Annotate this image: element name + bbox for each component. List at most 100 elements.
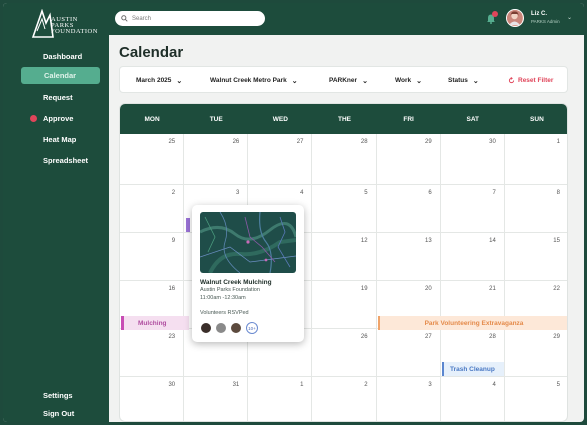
sidebar-item-approve[interactable]: Approve (3, 110, 109, 127)
day-number: 12 (360, 238, 368, 244)
calendar-day-cell[interactable]: 2 (120, 185, 185, 233)
calendar-day-cell[interactable]: 19 (312, 281, 377, 329)
chevron-down-icon[interactable]: ⌄ (567, 14, 572, 21)
event-marker[interactable] (186, 218, 190, 232)
filter-park-label: Walnut Creek Metro Park (210, 77, 287, 84)
day-number: 3 (428, 382, 432, 388)
calendar-day-cell[interactable]: 26 (312, 329, 377, 377)
day-number: 27 (425, 334, 432, 340)
day-number: 5 (556, 382, 560, 388)
weekday-label: SAT (466, 115, 480, 123)
event-popup[interactable]: Walnut Creek Mulching Austin Parks Found… (192, 205, 304, 342)
sidebar-item-sign-out[interactable]: Sign Out (3, 405, 109, 422)
calendar-day-cell[interactable]: 30 (120, 377, 185, 421)
weekday-label: SUN (530, 115, 544, 123)
popup-title: Walnut Creek Mulching (200, 279, 272, 286)
calendar-day-cell[interactable]: 27 (376, 329, 441, 377)
calendar-day-cell[interactable]: 4 (441, 377, 505, 421)
calendar-day-cell[interactable]: 2 (312, 377, 377, 421)
brand-line-3: FOUNDATION (51, 28, 98, 36)
filter-status[interactable]: Status ⌄ (448, 67, 479, 94)
sidebar-item-settings[interactable]: Settings (3, 387, 109, 404)
day-number: 29 (553, 334, 560, 340)
chevron-down-icon: ⌄ (362, 77, 368, 85)
avatar[interactable] (506, 9, 524, 27)
calendar-day-cell[interactable]: 5 (505, 377, 567, 421)
sidebar-item-label: Dashboard (43, 52, 83, 61)
weekday-header: MON TUE WED THE FRI SAT SUN (120, 104, 567, 134)
event-trash-cleanup[interactable]: Trash Cleanup (442, 362, 504, 376)
calendar-day-cell[interactable]: 9 (120, 233, 185, 281)
search-input[interactable]: Search (115, 11, 265, 26)
event-park-volunteering[interactable]: Park Volunteering Extravaganza (378, 316, 567, 330)
day-number: 26 (360, 334, 368, 340)
day-number: 2 (171, 190, 176, 196)
sidebar-item-label: Calendar (44, 71, 77, 80)
sidebar-item-label: Approve (43, 114, 74, 123)
calendar-day-cell[interactable]: 29 (376, 134, 441, 185)
search-placeholder: Search (132, 15, 152, 22)
sidebar-item-spreadsheet[interactable]: Spreadsheet (3, 152, 109, 169)
calendar-day-cell[interactable]: 15 (504, 233, 567, 281)
calendar-day-cell[interactable]: 26 (184, 134, 249, 185)
calendar-day-cell[interactable]: 8 (504, 185, 567, 233)
sidebar-item-request[interactable]: Request (3, 89, 109, 106)
filter-type[interactable]: Work ⌄ (395, 67, 422, 94)
event-label: Trash Cleanup (450, 365, 495, 373)
calendar-day-cell[interactable]: 29 (504, 329, 567, 377)
user-photo-icon (507, 10, 522, 25)
notification-dot (30, 115, 37, 122)
reset-filter-label: Reset Filter (518, 77, 554, 84)
sidebar-item-calendar[interactable]: Calendar (21, 67, 100, 84)
filter-type-label: Work (395, 77, 412, 84)
day-number: 3 (235, 190, 240, 196)
filter-park[interactable]: Walnut Creek Metro Park ⌄ (210, 67, 298, 94)
calendar-day-cell[interactable]: 30 (440, 134, 505, 185)
calendar-day-cell[interactable]: 28 (312, 134, 377, 185)
calendar-day-cell[interactable]: 13 (376, 233, 441, 281)
app-window: AUSTIN PARKS FOUNDATION Dashboard Calend… (3, 3, 584, 422)
day-number: 23 (168, 334, 176, 340)
day-number: 31 (232, 382, 240, 388)
reset-filter-button[interactable]: Reset Filter (508, 67, 553, 94)
more-volunteers-badge[interactable]: 10+ (246, 322, 258, 334)
day-number: 28 (489, 334, 496, 340)
calendar-day-cell[interactable]: 27 (248, 134, 313, 185)
map-icon (200, 212, 296, 273)
sidebar-item-label: Heat Map (43, 135, 77, 144)
event-label: Park Volunteering Extravaganza (424, 319, 524, 327)
day-number: 4 (300, 190, 304, 196)
sidebar-item-dashboard[interactable]: Dashboard (3, 48, 109, 65)
sidebar-item-heat-map[interactable]: Heat Map (3, 131, 109, 148)
calendar-day-cell[interactable]: 12 (312, 233, 377, 281)
brand-logo[interactable]: AUSTIN PARKS FOUNDATION (31, 9, 97, 39)
calendar-day-cell[interactable]: 25 (120, 134, 185, 185)
user-role: PARKS Admin (531, 19, 560, 24)
filter-month[interactable]: March 2025 ⌄ (136, 67, 182, 94)
volunteer-avatar[interactable] (230, 322, 242, 334)
calendar-day-cell[interactable]: 6 (376, 185, 441, 233)
day-number: 15 (553, 238, 560, 244)
event-mulching[interactable]: Mulching (121, 316, 189, 330)
calendar-day-cell[interactable]: 31 (184, 377, 249, 421)
volunteer-avatar[interactable] (200, 322, 212, 334)
day-number: 7 (492, 190, 496, 196)
calendar-day-cell[interactable]: 1 (504, 134, 567, 185)
filter-partner[interactable]: PARKner ⌄ (329, 67, 368, 94)
calendar-day-cell[interactable]: 5 (312, 185, 377, 233)
calendar-day-cell[interactable]: 1 (248, 377, 313, 421)
weekday-label: MON (144, 115, 160, 123)
sidebar-item-label: Request (43, 93, 73, 102)
day-number: 8 (556, 190, 560, 196)
volunteer-avatar[interactable] (215, 322, 227, 334)
calendar-day-cell[interactable]: 7 (440, 185, 505, 233)
popup-organization: Austin Parks Foundation (200, 287, 260, 293)
calendar-day-cell[interactable]: 23 (120, 329, 185, 377)
calendar-day-cell[interactable]: 3 (377, 377, 441, 421)
brand-wordmark: AUSTIN PARKS FOUNDATION (51, 16, 98, 36)
sidebar-item-label: Spreadsheet (43, 156, 89, 165)
filter-status-label: Status (448, 77, 468, 84)
weekday-label: FRI (403, 115, 414, 123)
chevron-down-icon: ⌄ (291, 77, 298, 85)
calendar-day-cell[interactable]: 14 (440, 233, 505, 281)
